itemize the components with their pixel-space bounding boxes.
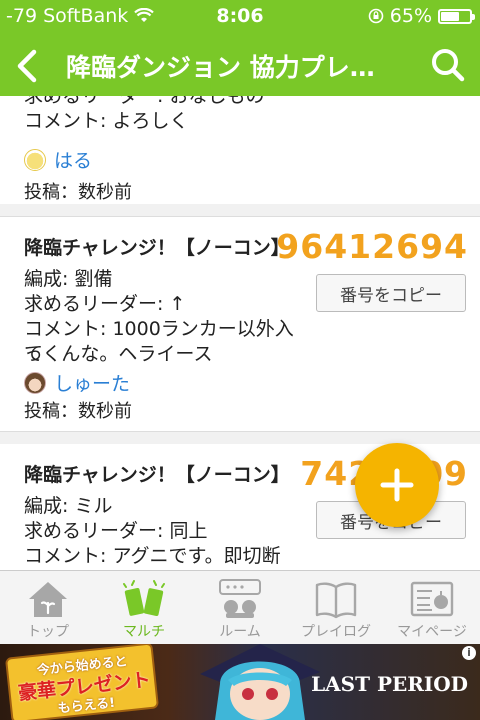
post-comment: コメント: アグニです。即切断し: [24, 545, 281, 567]
search-icon: [432, 49, 465, 82]
rotation-lock-icon: [368, 8, 384, 24]
post-formation: 編成: 劉備: [24, 268, 113, 290]
post-list[interactable]: 求めるリーダー: おなしもの コメント: よろしく はる 投稿：数秒前 降臨チャ…: [0, 96, 480, 570]
user-avatar: [24, 371, 46, 394]
post-title: 降臨チャレンジ！【ノーコン】: [24, 237, 290, 259]
divider: [0, 204, 480, 216]
battery-percent: 65%: [389, 5, 432, 27]
status-right: 65%: [368, 5, 475, 27]
page-title: 降臨ダンジョン 協力プレ…: [66, 53, 375, 82]
ad-banner[interactable]: 今から始めると 豪華プレゼント もらえる! LAST PERIOD i: [0, 644, 480, 720]
chevron-left-icon: [17, 49, 37, 83]
post-leader: 求めるリーダー: おなしもの: [24, 96, 265, 107]
tab-mypage[interactable]: マイページ: [384, 571, 480, 645]
tab-playlog[interactable]: プレイログ: [288, 571, 384, 645]
tab-bar: トップ マルチ ルーム プレイログ マイページ: [0, 570, 480, 644]
ad-info-icon[interactable]: i: [462, 646, 476, 660]
user-name: はる: [54, 150, 93, 172]
phones-icon: [123, 580, 165, 617]
tab-label: プレイログ: [301, 624, 371, 640]
tab-top[interactable]: トップ: [0, 571, 96, 645]
room-number: 96412694: [276, 227, 468, 266]
post-comment: コメント: よろしく: [24, 110, 189, 132]
app-header: 降臨ダンジョン 協力プレ…: [0, 34, 480, 96]
ad-character-illustration: [200, 644, 320, 720]
back-button[interactable]: [10, 46, 46, 86]
status-bar: -79 SoftBank 8:06 65%: [0, 0, 480, 34]
plus-icon: [380, 468, 414, 502]
post-user[interactable]: しゅーた: [24, 369, 130, 396]
post-card[interactable]: 降臨チャレンジ！【ノーコン】 96412694 番号をコピー 編成: 劉備 求め…: [0, 216, 480, 432]
post-user[interactable]: はる: [24, 146, 92, 173]
tab-multi[interactable]: マルチ: [96, 571, 192, 645]
user-name: しゅーた: [54, 373, 131, 395]
search-button[interactable]: [428, 45, 468, 85]
tab-room[interactable]: ルーム: [192, 571, 288, 645]
tab-label: マルチ: [123, 624, 165, 640]
profile-card-icon: [410, 581, 454, 617]
post-time: 投稿：数秒前: [24, 401, 132, 422]
tab-label: トップ: [27, 624, 69, 640]
user-avatar: [24, 148, 46, 171]
chat-room-icon: [219, 579, 261, 618]
post-leader: 求めるリーダー: 同上: [24, 520, 208, 542]
post-leader: 求めるリーダー: ↑: [24, 293, 186, 315]
battery-icon: [438, 8, 475, 24]
post-formation: 編成: ミル: [24, 495, 113, 517]
home-icon: [29, 582, 67, 617]
post-time: 投稿：数秒前: [24, 182, 132, 203]
book-icon: [315, 582, 357, 619]
post-card[interactable]: 求めるリーダー: おなしもの コメント: よろしく はる 投稿：数秒前: [0, 96, 480, 204]
post-comment-cont: てくんな。ヘライース: [24, 343, 213, 365]
ad-promo-ribbon: 今から始めると 豪華プレゼント もらえる!: [4, 644, 160, 720]
divider: [0, 432, 480, 444]
copy-number-button[interactable]: 番号をコピー: [316, 274, 466, 312]
post-title: 降臨チャレンジ！【ノーコン】: [24, 464, 290, 486]
tab-label: マイページ: [397, 624, 467, 640]
tab-label: ルーム: [219, 624, 261, 640]
ad-logo: LAST PERIOD: [311, 672, 468, 696]
new-post-button[interactable]: [355, 443, 439, 527]
